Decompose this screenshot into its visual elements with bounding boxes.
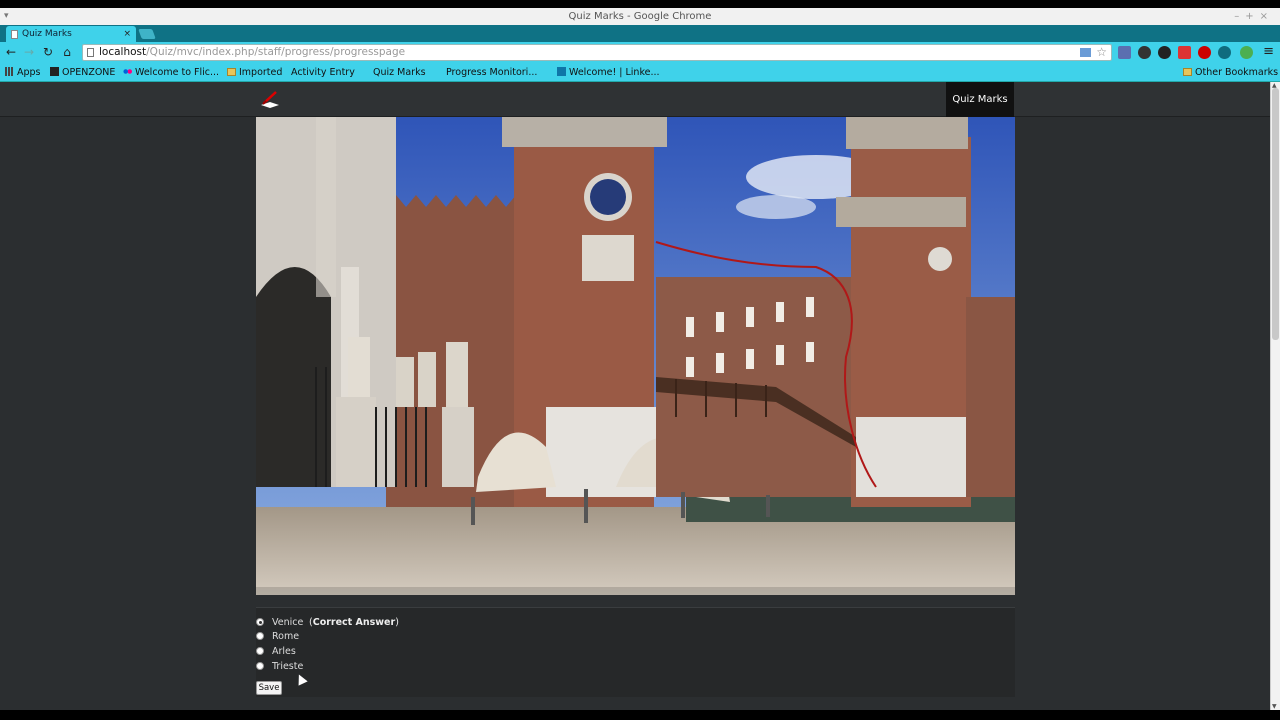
url-path: /Quiz/mvc/index.php/staff/progress/progr… bbox=[146, 46, 406, 58]
save-button[interactable]: Save bbox=[256, 681, 282, 695]
linkedin-icon bbox=[557, 67, 566, 76]
option-label: Venice bbox=[272, 617, 304, 628]
new-tab-button[interactable] bbox=[138, 29, 156, 39]
option-rome[interactable]: Rome bbox=[256, 630, 356, 644]
chrome-menu-icon[interactable]: ≡ bbox=[1263, 44, 1274, 59]
radio-arles[interactable] bbox=[256, 647, 264, 655]
back-arrow-icon[interactable]: ← bbox=[4, 45, 18, 59]
extension-icon-6[interactable] bbox=[1218, 46, 1231, 59]
bookmark-apps[interactable]: Apps bbox=[5, 66, 41, 79]
bookmark-openzone[interactable]: OPENZONE bbox=[50, 66, 115, 79]
bookmark-flickr[interactable]: Welcome to Flic... bbox=[123, 66, 219, 79]
tab-quiz-marks[interactable]: Quiz Marks × bbox=[6, 26, 136, 42]
browser-window: ▾ Quiz Marks - Google Chrome –+× Quiz Ma… bbox=[0, 0, 1280, 720]
option-trieste[interactable]: Trieste bbox=[256, 660, 356, 674]
address-bar[interactable]: localhost/Quiz/mvc/index.php/staff/progr… bbox=[82, 44, 1112, 61]
option-venice[interactable]: Venice (Correct Answer) bbox=[256, 616, 456, 630]
apps-icon bbox=[5, 67, 14, 76]
home-icon[interactable]: ⌂ bbox=[60, 45, 74, 59]
correct-answer-note: (Correct Answer) bbox=[309, 617, 399, 628]
opera-icon[interactable] bbox=[1198, 46, 1211, 59]
answer-options-panel: Venice (Correct Answer) Rome Arles Tries… bbox=[256, 607, 1015, 697]
option-arles[interactable]: Arles bbox=[256, 645, 356, 659]
window-title: Quiz Marks - Google Chrome bbox=[568, 11, 712, 22]
radio-venice[interactable] bbox=[256, 618, 264, 626]
bookmark-progress-monitoring[interactable]: Progress Monitori... bbox=[446, 66, 537, 157]
scroll-down-icon[interactable]: ▼ bbox=[1272, 703, 1277, 710]
extension-icon-7[interactable] bbox=[1240, 46, 1253, 59]
option-label: Arles bbox=[272, 646, 296, 657]
page-info-icon[interactable] bbox=[87, 48, 94, 57]
extension-icon-2[interactable] bbox=[1138, 46, 1151, 59]
bookmark-folder-imported[interactable]: Imported bbox=[227, 66, 282, 79]
radio-rome[interactable] bbox=[256, 632, 264, 640]
screen-top-strip bbox=[0, 0, 1280, 8]
title-bar: ▾ Quiz Marks - Google Chrome –+× bbox=[0, 8, 1280, 25]
site-logo-icon[interactable] bbox=[258, 88, 282, 110]
bookmark-star-icon[interactable]: ☆ bbox=[1096, 45, 1107, 60]
option-label: Trieste bbox=[272, 661, 304, 672]
extension-icon-4[interactable] bbox=[1178, 46, 1191, 59]
window-menu-icon[interactable]: ▾ bbox=[4, 8, 9, 25]
scrollbar-thumb[interactable] bbox=[1272, 88, 1279, 340]
url-host: localhost bbox=[99, 46, 147, 58]
page-content: Quiz Marks Venice (Correct Answer) Rome … bbox=[0, 82, 1270, 710]
page-favicon-icon bbox=[11, 30, 18, 39]
folder-icon bbox=[1183, 68, 1192, 76]
flickr-icon bbox=[123, 67, 132, 76]
bookmarks-bar: Apps OPENZONE Welcome to Flic... Importe… bbox=[0, 63, 1280, 157]
window-controls[interactable]: –+× bbox=[1234, 8, 1274, 25]
nav-link-quiz-marks[interactable]: Quiz Marks bbox=[946, 82, 1014, 117]
translate-icon[interactable] bbox=[1080, 48, 1091, 57]
page-scrollbar[interactable]: ▲ ▼ bbox=[1270, 82, 1280, 710]
extension-icon-3[interactable] bbox=[1158, 46, 1171, 59]
bookmark-other-bookmarks[interactable]: Other Bookmarks bbox=[1183, 66, 1278, 79]
folder-icon bbox=[227, 68, 236, 76]
tab-strip: Quiz Marks × bbox=[0, 25, 1280, 42]
reload-icon[interactable]: ↻ bbox=[41, 45, 55, 59]
screen-bottom-strip bbox=[0, 710, 1280, 720]
bookmark-activity-entry[interactable]: Activity Entry bbox=[291, 66, 355, 157]
browser-toolbar: ← → ↻ ⌂ localhost/Quiz/mvc/index.php/sta… bbox=[0, 42, 1280, 63]
question-photo-venice-arsenal bbox=[256, 117, 1015, 595]
extension-icon-1[interactable] bbox=[1118, 46, 1131, 59]
option-label: Rome bbox=[272, 631, 300, 642]
bookmark-linkedin[interactable]: Welcome! | Linke... bbox=[557, 66, 660, 79]
site-navbar: Quiz Marks bbox=[0, 82, 1270, 117]
bt-icon bbox=[50, 67, 59, 76]
bookmark-quiz-marks[interactable]: Quiz Marks bbox=[373, 66, 426, 157]
forward-arrow-icon[interactable]: → bbox=[22, 45, 36, 59]
radio-trieste[interactable] bbox=[256, 662, 264, 670]
tab-close-icon[interactable]: × bbox=[123, 26, 131, 42]
tab-title: Quiz Marks bbox=[22, 29, 72, 39]
